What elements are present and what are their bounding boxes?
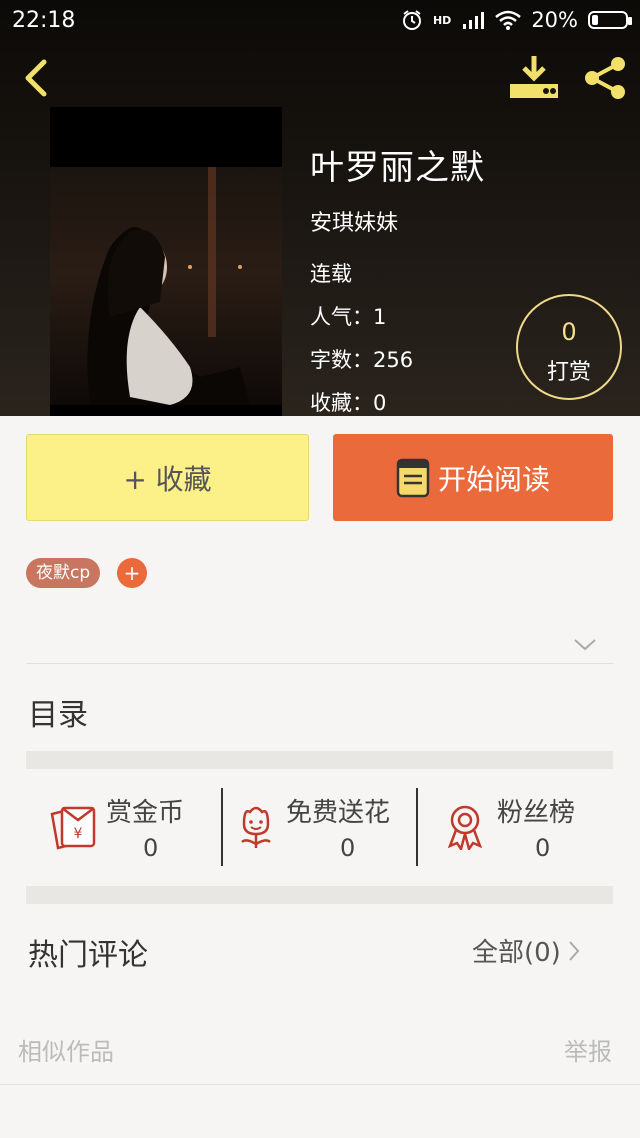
stat-fans[interactable]: 粉丝榜 0	[444, 786, 614, 870]
stat-fans-label: 粉丝榜	[497, 798, 576, 828]
hot-comments-title: 热门评论	[28, 938, 148, 973]
section-separator	[26, 886, 613, 904]
start-reading-button[interactable]: 开始阅读	[333, 434, 613, 521]
book-popularity: 人气：1	[310, 305, 387, 329]
start-reading-label: 开始阅读	[437, 462, 550, 496]
battery-icon	[588, 11, 632, 29]
alarm-icon	[402, 10, 421, 30]
battery-percent: 20%	[531, 8, 578, 32]
stat-coins[interactable]: ¥ 赏金币 0	[48, 786, 218, 870]
all-comments-link[interactable]: 全部(0)	[472, 932, 581, 969]
add-tag-button[interactable]: +	[117, 558, 147, 588]
book-title: 叶罗丽之默	[310, 148, 485, 188]
chevron-down-icon[interactable]	[572, 636, 598, 654]
section-separator	[26, 751, 613, 769]
svg-text:¥: ¥	[74, 826, 83, 842]
book-status: 连载	[310, 262, 352, 286]
stat-separator	[416, 788, 418, 866]
wifi-icon	[495, 10, 522, 30]
stat-flowers[interactable]: 免费送花 0	[236, 786, 412, 870]
tag-chip[interactable]: 夜默cp	[26, 558, 101, 588]
report-button[interactable]: 举报	[564, 1032, 612, 1067]
book-icon	[396, 458, 430, 497]
stat-coins-label: 赏金币	[106, 798, 185, 828]
back-icon[interactable]	[16, 56, 56, 100]
stat-flowers-value: 0	[340, 834, 356, 862]
book-header: 22:18 HD 20% 叶罗丽之默 安琪妹妹 连载 人气：1 字数：256 收…	[0, 0, 640, 416]
cover-photo	[50, 167, 282, 405]
book-word-count: 字数：256	[310, 348, 414, 372]
tip-count: 0	[561, 318, 577, 346]
divider	[0, 1084, 640, 1085]
signal-icon	[463, 12, 485, 29]
download-icon[interactable]	[508, 52, 560, 102]
collect-button[interactable]: + 收藏	[26, 434, 309, 521]
collect-label: + 收藏	[123, 462, 212, 496]
book-cover[interactable]	[50, 107, 282, 416]
cover-illustration	[87, 167, 250, 405]
book-favorites: 收藏：0	[310, 391, 387, 415]
tip-button[interactable]: 0 打赏	[516, 294, 622, 400]
stat-fans-value: 0	[535, 834, 551, 862]
stat-flowers-label: 免费送花	[286, 798, 391, 828]
book-author[interactable]: 安琪妹妹	[310, 205, 398, 237]
stat-separator	[221, 788, 223, 866]
red-envelope-icon: ¥	[50, 806, 96, 850]
divider	[26, 663, 613, 664]
share-icon[interactable]	[580, 54, 630, 102]
hd-indicator: HD	[432, 13, 452, 27]
all-comments-label: 全部(0)	[472, 938, 561, 968]
tip-label: 打赏	[546, 360, 591, 385]
toc-title[interactable]: 目录	[28, 690, 88, 734]
medal-icon	[447, 805, 483, 850]
flower-icon	[241, 806, 271, 848]
chevron-right-icon	[569, 940, 580, 961]
stat-coins-value: 0	[143, 834, 159, 862]
status-bar: 22:18 HD 20%	[0, 0, 640, 44]
status-time: 22:18	[12, 8, 76, 33]
similar-works-title: 相似作品	[18, 1038, 114, 1066]
status-indicators: HD 20%	[401, 8, 632, 32]
